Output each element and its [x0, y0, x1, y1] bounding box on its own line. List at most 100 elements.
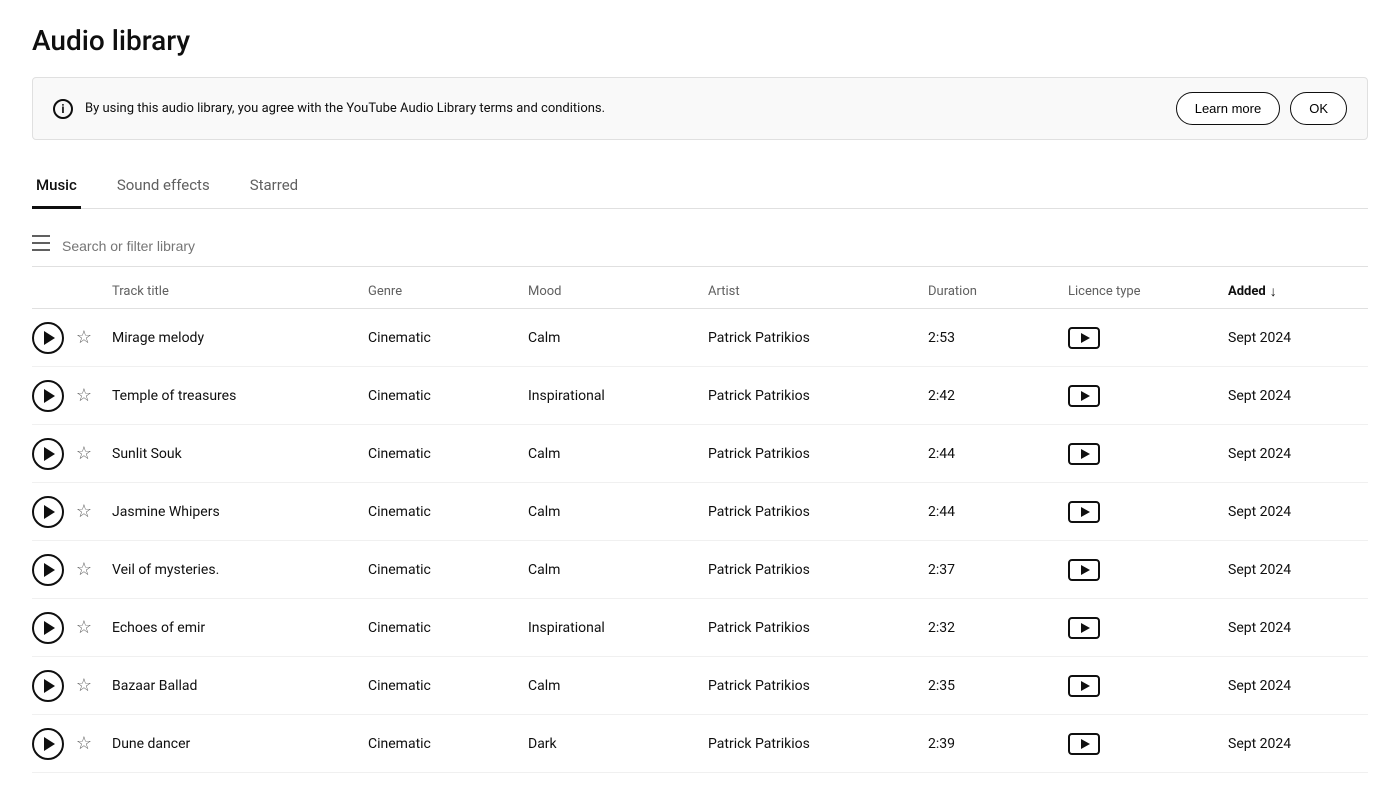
play-button[interactable]	[32, 496, 64, 528]
tab-music[interactable]: Music	[32, 164, 81, 209]
track-duration: 2:53	[928, 330, 1068, 346]
star-button[interactable]: ☆	[72, 384, 96, 408]
col-header-added[interactable]: Added ↓	[1228, 283, 1368, 300]
col-header-genre: Genre	[368, 284, 528, 299]
table-row: ☆ Jasmine Whipers Cinematic Calm Patrick…	[32, 483, 1368, 541]
track-duration: 2:44	[928, 446, 1068, 462]
track-title: Jasmine Whipers	[112, 504, 368, 520]
play-icon	[44, 679, 55, 693]
tabs: Music Sound effects Starred	[32, 164, 1368, 209]
track-list: ☆ Mirage melody Cinematic Calm Patrick P…	[32, 309, 1368, 773]
track-genre: Cinematic	[368, 736, 528, 752]
youtube-icon[interactable]	[1068, 733, 1100, 755]
table-row: ☆ Dune dancer Cinematic Dark Patrick Pat…	[32, 715, 1368, 773]
notice-text: By using this audio library, you agree w…	[85, 101, 605, 116]
play-icon	[44, 505, 55, 519]
yt-play-icon	[1081, 507, 1090, 517]
track-genre: Cinematic	[368, 620, 528, 636]
sort-arrow-icon: ↓	[1270, 283, 1277, 300]
track-title: Sunlit Souk	[112, 446, 368, 462]
track-added: Sept 2024	[1228, 736, 1368, 752]
tab-sound-effects[interactable]: Sound effects	[113, 164, 214, 209]
star-button[interactable]: ☆	[72, 500, 96, 524]
track-title: Mirage melody	[112, 330, 368, 346]
play-button[interactable]	[32, 612, 64, 644]
track-mood: Calm	[528, 330, 708, 346]
learn-more-button[interactable]: Learn more	[1176, 92, 1280, 125]
table-row: ☆ Sunlit Souk Cinematic Calm Patrick Pat…	[32, 425, 1368, 483]
star-button[interactable]: ☆	[72, 674, 96, 698]
yt-play-icon	[1081, 391, 1090, 401]
col-header-duration: Duration	[928, 284, 1068, 299]
track-licence	[1068, 501, 1228, 523]
track-added: Sept 2024	[1228, 446, 1368, 462]
youtube-icon[interactable]	[1068, 559, 1100, 581]
track-licence	[1068, 385, 1228, 407]
track-artist: Patrick Patrikios	[708, 446, 928, 462]
page-title: Audio library	[32, 24, 1368, 57]
play-icon	[44, 563, 55, 577]
track-artist: Patrick Patrikios	[708, 620, 928, 636]
info-icon: i	[53, 99, 73, 119]
youtube-icon[interactable]	[1068, 385, 1100, 407]
play-button[interactable]	[32, 380, 64, 412]
track-duration: 2:44	[928, 504, 1068, 520]
track-title: Temple of treasures	[112, 388, 368, 404]
star-button[interactable]: ☆	[72, 326, 96, 350]
track-mood: Inspirational	[528, 388, 708, 404]
yt-play-icon	[1081, 681, 1090, 691]
track-genre: Cinematic	[368, 504, 528, 520]
track-duration: 2:32	[928, 620, 1068, 636]
track-artist: Patrick Patrikios	[708, 562, 928, 578]
ok-button[interactable]: OK	[1290, 92, 1347, 125]
notice-bar: i By using this audio library, you agree…	[32, 77, 1368, 140]
star-button[interactable]: ☆	[72, 616, 96, 640]
track-added: Sept 2024	[1228, 504, 1368, 520]
track-added: Sept 2024	[1228, 562, 1368, 578]
filter-icon[interactable]	[32, 235, 50, 256]
track-artist: Patrick Patrikios	[708, 388, 928, 404]
search-bar	[32, 225, 1368, 267]
play-button[interactable]	[32, 670, 64, 702]
star-button[interactable]: ☆	[72, 558, 96, 582]
track-added: Sept 2024	[1228, 388, 1368, 404]
track-artist: Patrick Patrikios	[708, 330, 928, 346]
youtube-icon[interactable]	[1068, 501, 1100, 523]
track-licence	[1068, 327, 1228, 349]
track-mood: Calm	[528, 678, 708, 694]
youtube-icon[interactable]	[1068, 617, 1100, 639]
col-header-mood: Mood	[528, 284, 708, 299]
track-genre: Cinematic	[368, 330, 528, 346]
track-artist: Patrick Patrikios	[708, 678, 928, 694]
track-genre: Cinematic	[368, 678, 528, 694]
table-row: ☆ Echoes of emir Cinematic Inspirational…	[32, 599, 1368, 657]
track-duration: 2:42	[928, 388, 1068, 404]
search-input[interactable]	[62, 238, 1368, 254]
notice-actions: Learn more OK	[1176, 92, 1347, 125]
track-title: Echoes of emir	[112, 620, 368, 636]
track-mood: Calm	[528, 562, 708, 578]
play-icon	[44, 389, 55, 403]
table-row: ☆ Temple of treasures Cinematic Inspirat…	[32, 367, 1368, 425]
track-added: Sept 2024	[1228, 330, 1368, 346]
yt-play-icon	[1081, 623, 1090, 633]
track-licence	[1068, 443, 1228, 465]
youtube-icon[interactable]	[1068, 327, 1100, 349]
youtube-icon[interactable]	[1068, 443, 1100, 465]
tab-starred[interactable]: Starred	[246, 164, 302, 209]
play-button[interactable]	[32, 554, 64, 586]
play-button[interactable]	[32, 438, 64, 470]
star-button[interactable]: ☆	[72, 732, 96, 756]
star-button[interactable]: ☆	[72, 442, 96, 466]
notice-left: i By using this audio library, you agree…	[53, 99, 605, 119]
play-icon	[44, 331, 55, 345]
youtube-icon[interactable]	[1068, 675, 1100, 697]
yt-play-icon	[1081, 739, 1090, 749]
play-button[interactable]	[32, 728, 64, 760]
play-button[interactable]	[32, 322, 64, 354]
table-row: ☆ Mirage melody Cinematic Calm Patrick P…	[32, 309, 1368, 367]
yt-play-icon	[1081, 565, 1090, 575]
play-icon	[44, 737, 55, 751]
track-duration: 2:37	[928, 562, 1068, 578]
play-icon	[44, 621, 55, 635]
